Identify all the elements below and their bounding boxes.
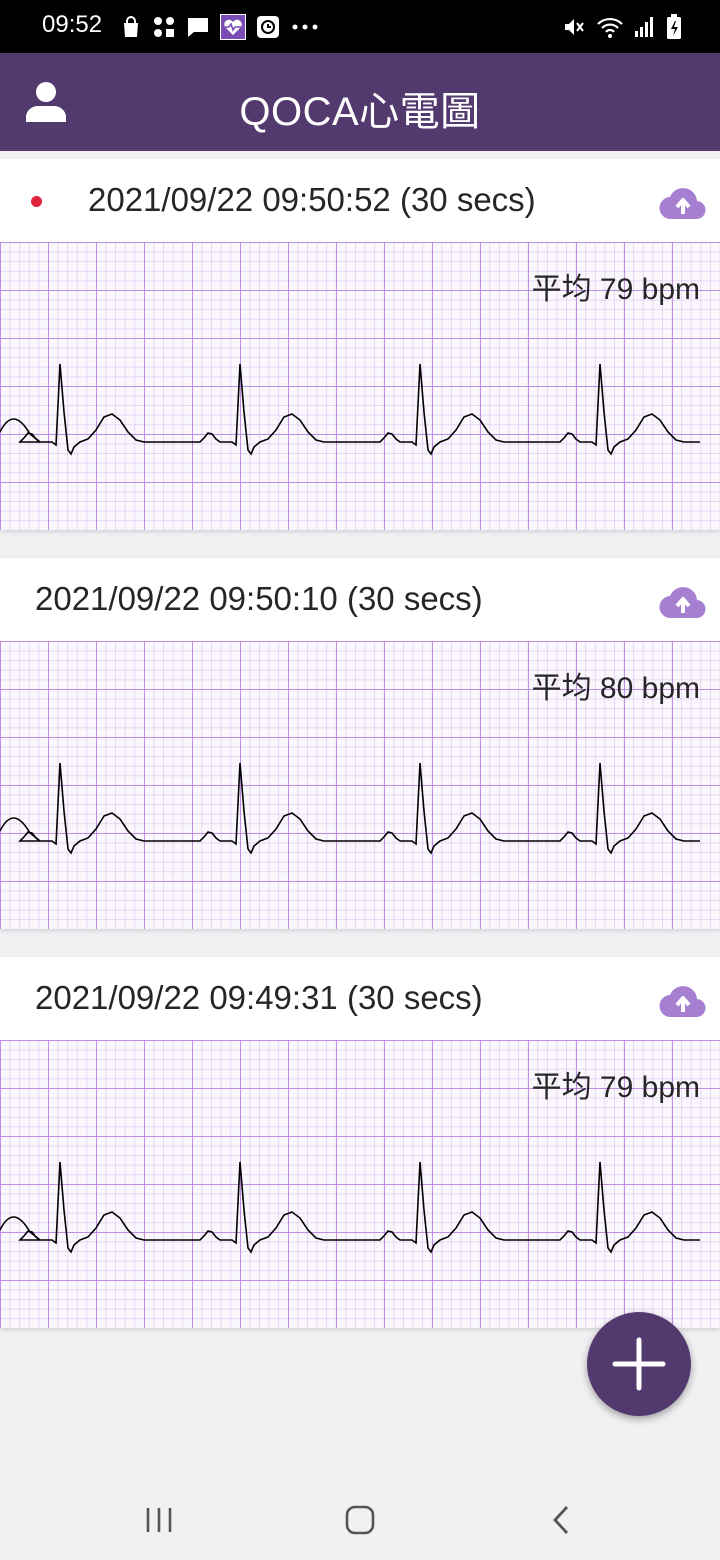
chat-icon — [188, 18, 208, 37]
average-bpm-label: 平均 79 bpm — [531, 1071, 700, 1104]
cloud-upload-icon — [659, 188, 706, 220]
shopping-bag-icon — [124, 16, 138, 37]
ecg-record-card[interactable]: 2021/09/22 09:49:31 (30 secs) 平均 79 bpm — [0, 957, 720, 1328]
record-header: 2021/09/22 09:49:31 (30 secs) — [0, 957, 720, 1040]
ecg-grid: 平均 79 bpm — [0, 1040, 720, 1328]
app-title: QOCA心電圖 — [239, 90, 481, 134]
ecg-grid: 平均 79 bpm — [0, 242, 720, 530]
app-bar: QOCA心電圖 — [0, 53, 720, 151]
recent-apps-icon — [146, 1508, 172, 1532]
status-notification-icons — [120, 14, 320, 40]
upload-button[interactable] — [658, 981, 708, 1019]
home-button[interactable] — [338, 1498, 382, 1542]
upload-button[interactable] — [658, 183, 708, 221]
mute-icon — [565, 19, 584, 35]
home-icon — [345, 1505, 375, 1535]
upload-button[interactable] — [658, 582, 708, 620]
average-bpm-label: 平均 80 bpm — [531, 672, 700, 705]
more-dots-icon — [292, 24, 318, 30]
clock-app-icon — [257, 16, 279, 38]
battery-icon — [667, 14, 681, 39]
record-header: 2021/09/22 09:50:52 (30 secs) — [0, 159, 720, 242]
ecg-record-card[interactable]: 2021/09/22 09:50:10 (30 secs) 平均 80 bpm — [0, 558, 720, 929]
heart-app-icon — [220, 14, 246, 40]
record-timestamp: 2021/09/22 09:50:10 (30 secs) — [35, 580, 483, 617]
add-record-button[interactable] — [587, 1312, 691, 1416]
new-record-indicator — [31, 196, 42, 207]
apps-grid-icon — [154, 17, 174, 37]
back-button[interactable] — [540, 1498, 584, 1542]
back-icon — [553, 1506, 569, 1534]
signal-icon — [635, 17, 653, 37]
record-timestamp: 2021/09/22 09:49:31 (30 secs) — [35, 979, 483, 1016]
wifi-icon — [597, 17, 623, 38]
average-bpm-label: 平均 79 bpm — [531, 273, 700, 306]
status-time: 09:52 — [42, 11, 103, 38]
cloud-upload-icon — [659, 587, 706, 619]
system-nav-bar — [0, 1476, 720, 1560]
ecg-record-card[interactable]: 2021/09/22 09:50:52 (30 secs) 平均 79 bpm — [0, 159, 720, 530]
status-bar: 09:52 — [0, 0, 720, 53]
record-timestamp: 2021/09/22 09:50:52 (30 secs) — [88, 181, 536, 218]
record-header: 2021/09/22 09:50:10 (30 secs) — [0, 558, 720, 641]
cloud-upload-icon — [659, 986, 706, 1018]
status-system-icons — [562, 14, 682, 40]
recent-apps-button[interactable] — [137, 1498, 181, 1542]
plus-icon — [612, 1337, 666, 1391]
ecg-grid: 平均 80 bpm — [0, 641, 720, 929]
